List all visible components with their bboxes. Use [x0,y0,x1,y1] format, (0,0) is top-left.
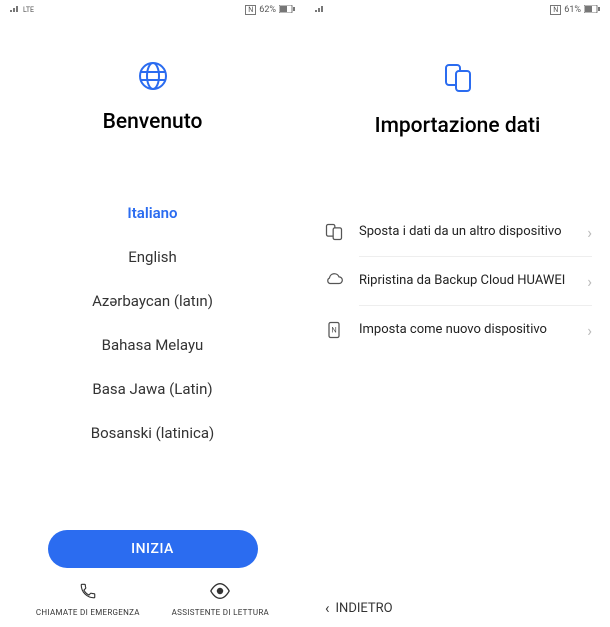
option-label: Sposta i dati da un altro dispositivo [359,224,573,241]
data-import-screen: N 61% Importazione dati Sposta i dati da… [305,0,610,627]
cloud-icon [323,271,345,291]
language-item-english[interactable]: English [128,248,177,266]
chevron-right-icon: › [587,321,592,340]
welcome-title: Benvenuto [0,110,305,134]
language-item-basa-jawa[interactable]: Basa Jawa (Latin) [92,380,212,398]
option-move-from-device[interactable]: Sposta i dati da un altro dispositivo › [305,208,610,256]
globe-icon [0,60,305,92]
option-label: Imposta come nuovo dispositivo [359,322,573,339]
battery-icon [584,5,600,16]
chevron-right-icon: › [587,272,592,291]
chevron-left-icon: ‹ [325,599,330,617]
option-setup-new[interactable]: N Imposta come nuovo dispositivo › [305,306,610,354]
status-bar: N 61% [305,0,610,20]
svg-text:N: N [331,326,336,335]
new-device-icon: N [323,320,345,340]
reading-assistant-label: ASSISTENTE DI LETTURA [172,608,269,617]
language-item-bosanski[interactable]: Bosanski (latinica) [91,424,214,442]
nfc-icon: N [550,5,561,15]
language-list: Italiano English Azərbaycan (latın) Baha… [0,204,305,442]
emergency-call-label: CHIAMATE DI EMERGENZA [36,608,140,617]
back-button[interactable]: ‹ INDIETRO [325,599,393,617]
battery-label: 61% [564,5,581,15]
start-button[interactable]: INIZIA [48,530,258,568]
nfc-icon: N [245,5,256,15]
import-title: Importazione dati [305,114,610,138]
signal-icon [10,5,20,16]
language-item-bahasa-melayu[interactable]: Bahasa Melayu [102,336,204,354]
back-label: INDIETRO [336,601,393,616]
battery-label: 62% [259,5,276,15]
language-item-azerbaycan[interactable]: Azərbaycan (latın) [92,292,213,310]
device-transfer-icon [323,222,345,242]
reading-assistant-button[interactable]: ASSISTENTE DI LETTURA [172,582,269,617]
status-bar: LTE N 62% [0,0,305,20]
battery-icon [279,5,295,16]
emergency-call-button[interactable]: CHIAMATE DI EMERGENZA [36,582,140,617]
eye-icon [209,582,231,604]
network-label: LTE [23,6,34,14]
language-item-italiano[interactable]: Italiano [127,204,177,222]
phone-icon [79,582,97,604]
welcome-screen: LTE N 62% Benvenuto Italiano English Azə… [0,0,305,627]
option-restore-cloud[interactable]: Ripristina da Backup Cloud HUAWEI › [305,257,610,305]
option-label: Ripristina da Backup Cloud HUAWEI [359,273,573,290]
transfer-icon [305,60,610,96]
import-options: Sposta i dati da un altro dispositivo › … [305,208,610,354]
chevron-right-icon: › [587,223,592,242]
signal-icon [315,5,325,16]
bottom-bar: CHIAMATE DI EMERGENZA ASSISTENTE DI LETT… [0,578,305,627]
